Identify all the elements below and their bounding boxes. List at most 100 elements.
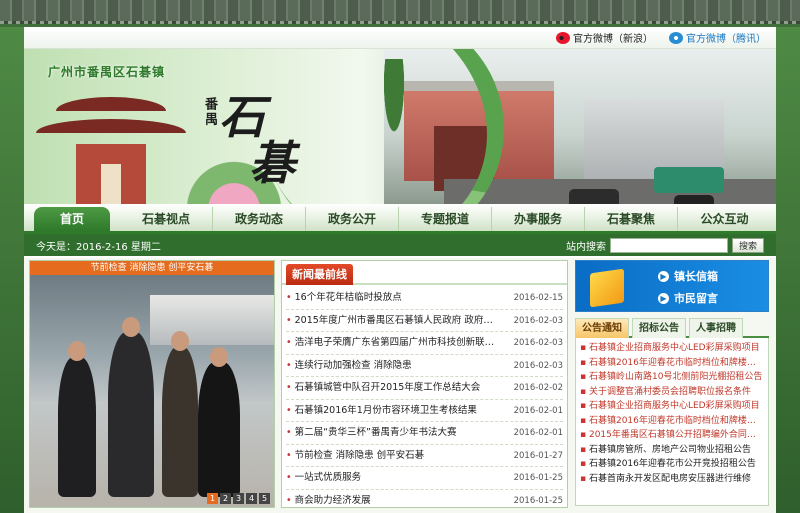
list-item[interactable]: 2015年度广州市番禺区石碁镇人民政府 政府信息公 2016-02-03 bbox=[286, 310, 563, 332]
list-item[interactable]: 石碁镇城管中队召开2015年度工作总结大会 2016-02-02 bbox=[286, 377, 563, 400]
tab-tenders[interactable]: 招标公告 bbox=[632, 318, 686, 338]
search-input[interactable] bbox=[609, 237, 728, 253]
arrow-right-icon: ▶ bbox=[658, 292, 669, 304]
list-item[interactable]: 节前检查 消除隐患 创平安石碁 2016-01-27 bbox=[286, 445, 563, 467]
tab-notices[interactable]: 公告通知 bbox=[575, 318, 629, 338]
pager-button-1[interactable]: 1 bbox=[207, 493, 218, 504]
news-date: 2016-01-27 bbox=[513, 450, 563, 461]
tencent-weibo-link[interactable]: 官方微博（腾讯） bbox=[669, 30, 766, 45]
nav-government-news[interactable]: 政务动态 bbox=[213, 207, 306, 231]
photo-person-head bbox=[210, 347, 228, 367]
news-date: 2016-02-03 bbox=[513, 338, 563, 348]
list-item[interactable]: 石碁镇房管所、房地产公司物业招租公告 bbox=[580, 443, 764, 458]
news-date: 2016-02-15 bbox=[513, 293, 563, 303]
news-title[interactable]: 第二届“贵华三杯”番禺青少年书法大赛 bbox=[286, 422, 457, 444]
list-item[interactable]: 石碁首南永开发区配电房安压器进行维修 bbox=[580, 472, 764, 487]
nav-services[interactable]: 办事服务 bbox=[492, 207, 585, 231]
nav-public-interaction[interactable]: 公众互动 bbox=[678, 207, 771, 231]
sina-weibo-icon bbox=[556, 31, 570, 44]
tencent-weibo-label: 官方微博（腾讯） bbox=[686, 34, 766, 45]
photo-person bbox=[58, 357, 96, 497]
tab-recruitment[interactable]: 人事招聘 bbox=[689, 318, 743, 338]
cube-logo-icon bbox=[590, 268, 624, 308]
list-item[interactable]: 石碁镇2016年迎春花市临时档位和牌楼招租 bbox=[580, 356, 764, 371]
archway-roof bbox=[56, 97, 166, 111]
list-item[interactable]: 一站式优质服务 2016-01-25 bbox=[286, 467, 563, 490]
search-button[interactable]: 搜索 bbox=[731, 237, 764, 253]
photo-person bbox=[162, 347, 198, 497]
list-item[interactable]: 石碁镇岭山南路10号北侧前阳光棚招租公告 bbox=[580, 370, 764, 385]
list-item[interactable]: 石碁镇企业招商服务中心LED彩屏采购项目 bbox=[580, 399, 764, 414]
sina-weibo-label: 官方微博（新浪） bbox=[573, 34, 653, 45]
news-date: 2016-02-01 bbox=[513, 405, 563, 416]
list-item[interactable]: 2015年番禺区石碁镇公开招聘编外合同制人员 bbox=[580, 428, 764, 443]
sina-weibo-link[interactable]: 官方微博（新浪） bbox=[556, 30, 653, 45]
list-item[interactable]: 石碁镇2016年1月份市容环境卫生考核结果 2016-02-01 bbox=[286, 400, 563, 422]
banner-sub-title: 番禺 bbox=[202, 97, 217, 127]
news-title[interactable]: 浩洋电子荣膺广东省第四届广州市科技创新联盟南山 bbox=[286, 332, 501, 354]
photo-person-head bbox=[68, 341, 86, 361]
mayor-mailbox-label: 镇长信箱 bbox=[674, 270, 718, 283]
citizen-message-link[interactable]: ▶ 市民留言 bbox=[658, 287, 718, 309]
tencent-weibo-icon bbox=[669, 31, 683, 44]
search-label: 站内搜索 bbox=[565, 241, 606, 253]
news-title[interactable]: 一站式优质服务 bbox=[286, 467, 362, 489]
list-item[interactable]: 连续行动加强检查 消除隐患 2016-02-03 bbox=[286, 355, 563, 377]
slideshow-caption[interactable]: 节前检查 消除隐患 创平安石碁 bbox=[30, 261, 274, 275]
banner-title-char-1: 石 bbox=[219, 90, 265, 144]
news-title[interactable]: 2015年度广州市番禺区石碁镇人民政府 政府信息公 bbox=[286, 310, 501, 332]
weibo-bar: 官方微博（新浪） 官方微博（腾讯） bbox=[24, 27, 776, 49]
news-panel: 新闻最前线 16个年花年桔临时投放点 2016-02-15 2015年度广州市番禺… bbox=[281, 260, 568, 508]
archway-body bbox=[76, 144, 146, 204]
date-search-bar: 今天是：2016-2-16 星期二 站内搜索 搜索 bbox=[24, 234, 776, 256]
main-content: 节前检查 消除隐患 创平安石碁 1 2 3 4 5 新闻最前线 • 16个年花年… bbox=[24, 258, 776, 513]
news-title[interactable]: 商会助力经济发展 bbox=[286, 490, 371, 513]
photo-person-head bbox=[171, 331, 189, 351]
pager-button-3[interactable]: 3 bbox=[233, 493, 244, 504]
banner-archway bbox=[36, 89, 186, 204]
news-date: 2016-01-25 bbox=[513, 473, 563, 483]
news-date: 2016-02-03 bbox=[513, 360, 563, 371]
today-date: 今天是：2016-2-16 星期二 bbox=[36, 241, 161, 253]
main-nav: 首页 石碁视点 政务动态 政务公开 专题报道 办事服务 石碁聚焦 公众互动 bbox=[24, 204, 776, 234]
banner-bus bbox=[654, 167, 724, 193]
nav-shiqi-focus[interactable]: 石碁聚焦 bbox=[585, 207, 678, 231]
news-title[interactable]: 16个年花年桔临时投放点 bbox=[286, 287, 402, 309]
news-title[interactable]: 连续行动加强检查 消除隐患 bbox=[286, 355, 412, 377]
list-item[interactable]: 石碁镇企业招商服务中心LED彩屏采购项目 bbox=[580, 341, 764, 356]
quick-links: ▶ 镇长信箱 ▶ 市民留言 bbox=[658, 265, 718, 309]
roof-tile-band bbox=[0, 0, 800, 24]
list-item[interactable]: 16个年花年桔临时投放点 2016-02-15 bbox=[286, 287, 563, 310]
list-item[interactable]: 浩洋电子荣膺广东省第四届广州市科技创新联盟南山 2016-02-03 bbox=[286, 332, 563, 355]
banner-title: 石 碁 bbox=[219, 94, 295, 186]
right-column: ▶ 镇长信箱 ▶ 市民留言 公告通知 招标公告 人事招聘 石碁镇企业招商服务中心… bbox=[575, 260, 769, 508]
nav-government-disclosure[interactable]: 政务公开 bbox=[306, 207, 399, 231]
pager-button-5[interactable]: 5 bbox=[259, 493, 270, 504]
news-panel-header: 新闻最前线 bbox=[282, 261, 567, 285]
photo-person bbox=[198, 362, 240, 497]
citizen-message-label: 市民留言 bbox=[674, 292, 718, 305]
slideshow-photo[interactable]: 1 2 3 4 5 bbox=[30, 275, 274, 507]
list-item[interactable]: 商会助力经济发展 2016-01-25 bbox=[286, 490, 563, 513]
news-title[interactable]: 石碁镇城管中队召开2015年度工作总结大会 bbox=[286, 377, 481, 399]
nav-home[interactable]: 首页 bbox=[34, 207, 110, 231]
banner-region-name: 广州市番禺区石碁镇 bbox=[48, 65, 166, 79]
news-tab[interactable]: 新闻最前线 bbox=[286, 264, 353, 285]
banner-car bbox=[674, 195, 714, 204]
list-item[interactable]: 第二届“贵华三杯”番禺青少年书法大赛 2016-02-01 bbox=[286, 422, 563, 445]
nav-shiqi-viewpoint[interactable]: 石碁视点 bbox=[120, 207, 213, 231]
news-title[interactable]: 石碁镇2016年1月份市容环境卫生考核结果 bbox=[286, 400, 477, 422]
list-item[interactable]: 石碁镇2016年迎春花市临时档位和牌楼招租 bbox=[580, 414, 764, 429]
list-item[interactable]: 石碁镇2016年迎春花市公开竞投招租公告 bbox=[580, 457, 764, 472]
mayor-mailbox-link[interactable]: ▶ 镇长信箱 bbox=[658, 265, 718, 287]
slideshow-pager: 1 2 3 4 5 bbox=[207, 493, 270, 504]
pager-button-2[interactable]: 2 bbox=[220, 493, 231, 504]
news-title[interactable]: 节前检查 消除隐患 创平安石碁 bbox=[286, 445, 425, 467]
header-banner: 广州市番禺区石碁镇 番禺 石 碁 bbox=[24, 49, 776, 204]
banner-title-char-2: 碁 bbox=[249, 136, 295, 190]
list-item[interactable]: 关于调整官涌村委员会招聘职位报名条件 bbox=[580, 385, 764, 400]
news-date: 2016-02-01 bbox=[513, 428, 563, 438]
news-date: 2016-02-02 bbox=[513, 383, 563, 393]
pager-button-4[interactable]: 4 bbox=[246, 493, 257, 504]
nav-special-reports[interactable]: 专题报道 bbox=[399, 207, 492, 231]
